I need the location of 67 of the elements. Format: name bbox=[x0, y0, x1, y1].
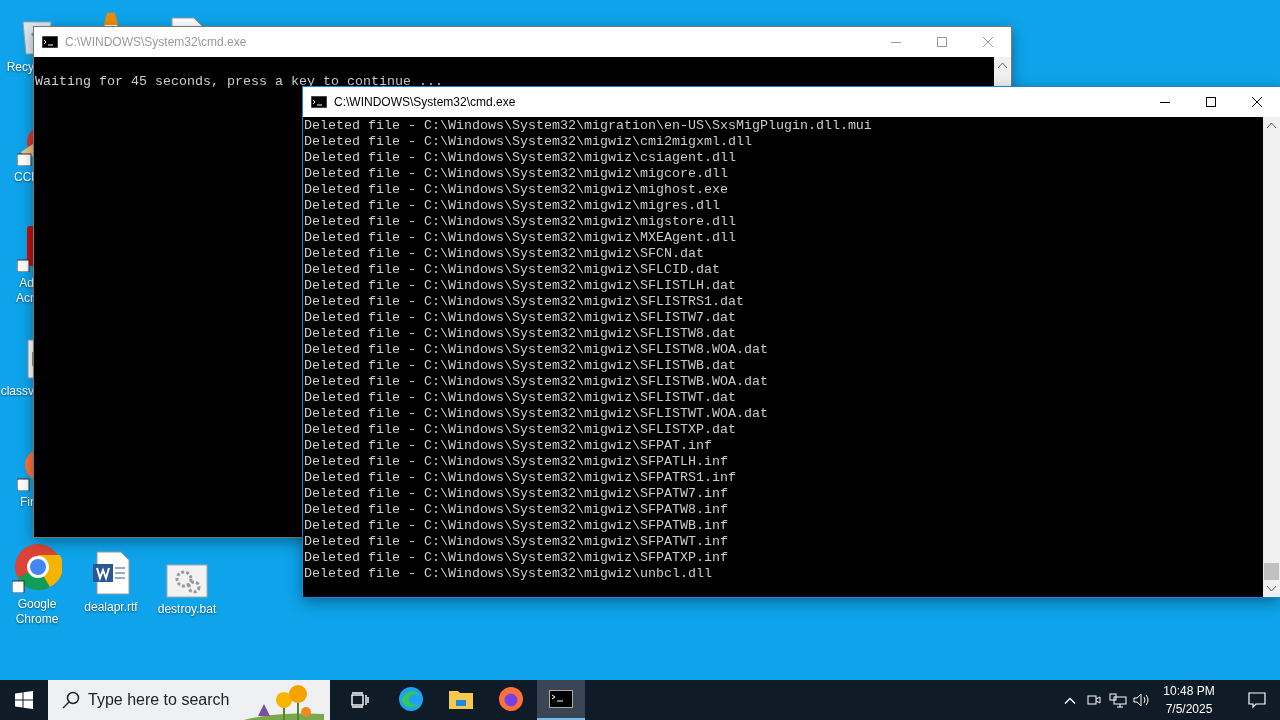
edge-icon bbox=[398, 686, 424, 712]
console-line: Deleted file - C:\Windows\System32\migwiz\csiagent.dll bbox=[304, 150, 737, 166]
icon-label: Fir bbox=[20, 495, 34, 510]
camera-icon bbox=[1086, 692, 1102, 708]
icon-label: Acr bbox=[16, 291, 34, 306]
taskbar-app-button[interactable] bbox=[537, 680, 585, 720]
console-line: Deleted file - C:\Windows\System32\migwiz\SFPATW7.inf bbox=[304, 486, 729, 502]
console-line: Deleted file - C:\Windows\System32\migwiz\SFPATW8.inf bbox=[304, 502, 729, 518]
network-icon bbox=[1109, 692, 1127, 708]
speech-bubble-icon bbox=[1248, 691, 1266, 709]
close-icon bbox=[983, 37, 993, 47]
console-line: Deleted file - C:\Windows\System32\migwiz\MXEAgent.dll bbox=[304, 230, 737, 246]
console-line: Deleted file - C:\Windows\System32\migwiz\SFLISTWB.dat bbox=[304, 358, 737, 374]
console-line: Deleted file - C:\Windows\System32\migwiz\SFLISTWB.WOA.dat bbox=[304, 374, 769, 390]
console-line: Deleted file - C:\Windows\System32\migwiz\SFPATLH.inf bbox=[304, 454, 729, 470]
console-line: Waiting for 45 seconds, press a key to continue ... bbox=[35, 74, 444, 90]
console-line: Deleted file - C:\Windows\System32\migwiz\migres.dll bbox=[304, 198, 721, 214]
console-line: Deleted file - C:\Windows\System32\migwiz\SFLISTLH.dat bbox=[304, 278, 737, 294]
search-field[interactable]: Type here to search bbox=[48, 680, 330, 720]
console-line: Deleted file - C:\Windows\System32\migwiz\SFLISTWT.WOA.dat bbox=[304, 406, 769, 422]
console-icon bbox=[311, 96, 327, 108]
chevron-up-icon bbox=[1064, 696, 1076, 704]
console-icon bbox=[42, 36, 58, 48]
console-line: Deleted file - C:\Windows\System32\migwiz\SFLISTW7.dat bbox=[304, 310, 737, 326]
icon-label: destroy.bat bbox=[157, 602, 217, 617]
console-line: Deleted file - C:\Windows\System32\migration\en-US\SxsMigPlugin.dll.mui bbox=[304, 118, 873, 134]
console-line: Deleted file - C:\Windows\System32\migwiz\mighost.exe bbox=[304, 182, 729, 198]
scrollbar-thumb[interactable] bbox=[1264, 563, 1279, 580]
console-line: Deleted file - C:\Windows\System32\migwiz\SFLISTWT.dat bbox=[304, 390, 737, 406]
icon-label: Google bbox=[17, 597, 57, 612]
clock-button[interactable]: 10:48 PM 7/5/2025 bbox=[1154, 680, 1224, 720]
console-line: Deleted file - C:\Windows\System32\migwiz\SFCN.dat bbox=[304, 246, 705, 262]
icon-label: Ad bbox=[19, 276, 34, 291]
console-line: Deleted file - C:\Windows\System32\migwiz\migstore.dll bbox=[304, 214, 737, 230]
icon-label: CCl bbox=[14, 170, 34, 185]
console-line: Deleted file - C:\Windows\System32\migwiz\SFPATRS1.inf bbox=[304, 470, 737, 486]
icon-label: dealapr.rtf bbox=[84, 600, 138, 615]
maximize-icon bbox=[1206, 97, 1216, 107]
maximize-icon bbox=[937, 37, 947, 47]
console-line: Deleted file - C:\Windows\System32\migwiz\migcore.dll bbox=[304, 166, 729, 182]
console-line: Deleted file - C:\Windows\System32\migwiz\SFLISTW8.dat bbox=[304, 326, 737, 342]
console-line: Deleted file - C:\Windows\System32\migwiz\SFLCID.dat bbox=[304, 262, 721, 278]
console-icon bbox=[549, 690, 573, 708]
console-line: Deleted file - C:\Windows\System32\migwiz\SFPATXP.inf bbox=[304, 550, 729, 566]
icon-label: Recy bbox=[6, 60, 34, 75]
windows-logo-icon bbox=[15, 691, 33, 709]
task-view-icon bbox=[351, 692, 369, 708]
window-title: C:\WINDOWS\System32\cmd.exe bbox=[334, 95, 517, 109]
console-line: Deleted file - C:\Windows\System32\migwiz\cmi2migxml.dll bbox=[304, 134, 753, 150]
speaker-icon bbox=[1133, 692, 1151, 708]
window-title: C:\WINDOWS\System32\cmd.exe bbox=[65, 35, 248, 49]
console-line: Deleted file - C:\Windows\System32\migwiz\SFPAT.inf bbox=[304, 438, 713, 454]
console-line: Deleted file - C:\Windows\System32\migwiz\SFLISTXP.dat bbox=[304, 422, 737, 438]
console-line: Deleted file - C:\Windows\System32\migwiz\SFPATWB.inf bbox=[304, 518, 729, 534]
chrome-icon bbox=[12, 543, 62, 593]
close-icon bbox=[1252, 97, 1262, 107]
console-line: Deleted file - C:\Windows\System32\migwiz\SFLISTRS1.dat bbox=[304, 294, 745, 310]
icon-label: Chrome bbox=[15, 612, 59, 627]
gears-file-icon bbox=[166, 564, 208, 598]
console-line: Deleted file - C:\Windows\System32\migwiz\SFPATWT.inf bbox=[304, 534, 729, 550]
word-document-icon bbox=[91, 550, 131, 596]
console-line: Deleted file - C:\Windows\System32\migwiz\SFLISTW8.WOA.dat bbox=[304, 342, 769, 358]
console-line: Deleted file - C:\Windows\System32\migwiz\unbcl.dll bbox=[304, 566, 713, 582]
firefox-icon bbox=[498, 686, 524, 712]
icon-label: classv bbox=[0, 384, 34, 399]
folder-icon bbox=[448, 688, 474, 710]
scrollbar[interactable] bbox=[1263, 117, 1280, 597]
